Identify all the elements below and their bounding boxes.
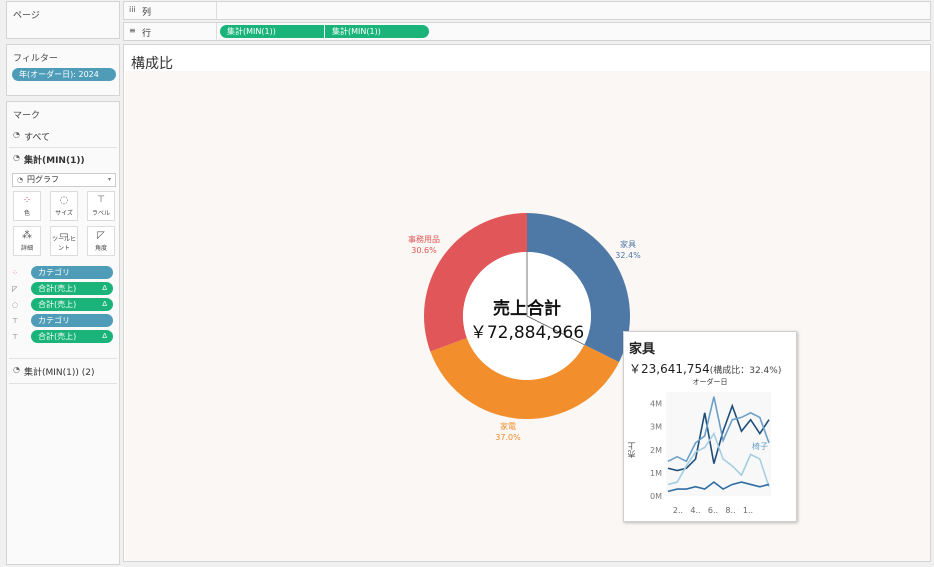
donut-center-label: 売上合計 xyxy=(493,299,561,319)
x-tick-label: 4.. xyxy=(690,506,700,515)
y-tick-label: 1M xyxy=(650,469,662,478)
tooltip: 家具 ￥23,641,754(構成比：32.4%) オーダー日 売上 0M 1M 2… xyxy=(623,331,797,522)
viz-annotation-label: 椅子 xyxy=(752,441,768,451)
slice-name: 家電 xyxy=(500,422,516,431)
x-tick-label: 2.. xyxy=(673,506,683,515)
slice-percent: 30.6% xyxy=(411,246,437,255)
slice-label-electronics: 家電 37.0% xyxy=(484,421,532,443)
donut-center-value: ￥72,884,966 xyxy=(469,323,585,343)
y-tick-label: 3M xyxy=(650,423,662,432)
y-tick-label: 2M xyxy=(650,446,662,455)
slice-percent: 32.4% xyxy=(615,251,641,260)
slice-name: 事務用品 xyxy=(408,235,440,244)
slice-label-office-supplies: 事務用品 30.6% xyxy=(398,234,450,256)
slice-percent: 37.0% xyxy=(495,433,521,442)
y-tick-label: 4M xyxy=(650,400,662,409)
x-tick-label: 8.. xyxy=(725,506,735,515)
viz-in-tooltip-chart: 0M 1M 2M 3M 4M 2.. 4.. 6.. 8.. 1.. 椅子 xyxy=(650,392,771,515)
x-tick-label: 6.. xyxy=(708,506,718,515)
x-tick-label: 1.. xyxy=(743,506,753,515)
y-tick-label: 0M xyxy=(650,492,662,501)
slice-label-furniture: 家具 32.4% xyxy=(604,239,652,261)
slice-name: 家具 xyxy=(620,240,636,249)
